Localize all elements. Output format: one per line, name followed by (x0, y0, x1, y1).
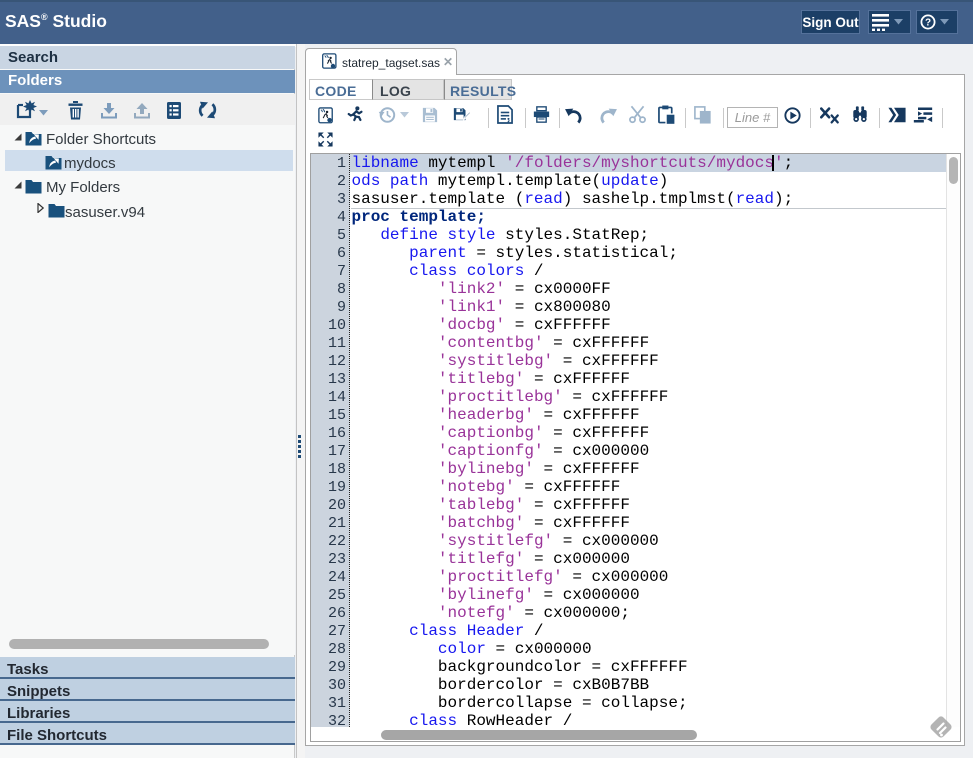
svg-text:?: ? (925, 18, 931, 29)
